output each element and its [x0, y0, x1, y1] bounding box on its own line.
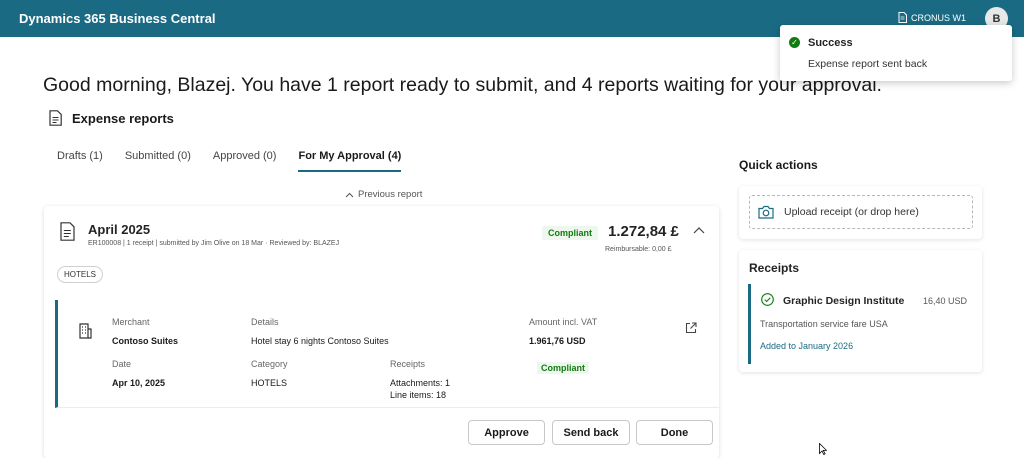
amount-value: 1.961,76 USD: [529, 336, 586, 346]
chevron-up-icon: [345, 192, 354, 197]
tab-approved[interactable]: Approved (0): [213, 150, 277, 172]
section-header: Expense reports: [49, 110, 174, 126]
approve-button[interactable]: Approve: [468, 420, 545, 445]
line-status-badge: Compliant: [537, 362, 589, 374]
document-icon: [49, 110, 62, 126]
receipt-amount: 16,40 USD: [923, 296, 968, 306]
upload-receipt-dropzone[interactable]: Upload receipt (or drop here): [749, 195, 973, 229]
document-icon: [60, 222, 75, 241]
category-label: Category: [251, 359, 288, 369]
category-value: HOTELS: [251, 378, 288, 388]
report-tabs: Drafts (1) Submitted (0) Approved (0) Fo…: [57, 150, 423, 172]
reimbursable-amount: Reimbursable: 0,00 £: [605, 246, 672, 253]
date-value: Apr 10, 2025: [112, 378, 166, 388]
receipt-item[interactable]: Graphic Design Institute 16,40 USD Trans…: [748, 284, 974, 364]
tab-submitted[interactable]: Submitted (0): [125, 150, 191, 172]
date-label: Date: [112, 359, 132, 369]
app-title[interactable]: Dynamics 365 Business Central: [19, 11, 216, 26]
previous-report-link[interactable]: Previous report: [345, 189, 422, 200]
send-back-button[interactable]: Send back: [552, 420, 630, 445]
receipts-card: Receipts Graphic Design Institute 16,40 …: [739, 250, 982, 372]
receipts-title: Receipts: [749, 261, 800, 275]
quick-actions-title: Quick actions: [739, 158, 818, 172]
document-icon: [898, 12, 907, 23]
receipts-label: Receipts: [390, 359, 426, 369]
category-tag: HOTELS: [57, 266, 104, 283]
tab-for-my-approval[interactable]: For My Approval (4): [298, 150, 402, 172]
mouse-cursor-icon: [819, 443, 827, 455]
toast-title: Success: [808, 37, 853, 49]
company-name: CRONUS W1: [911, 12, 967, 23]
report-amount: 1.272,84 £: [608, 223, 679, 240]
open-external-icon[interactable]: [685, 322, 697, 334]
previous-report-label: Previous report: [358, 189, 423, 200]
status-badge: Compliant: [542, 226, 598, 240]
collapse-button[interactable]: [693, 225, 705, 237]
line-items-value: Line items: 18: [390, 390, 447, 400]
toast-message: Expense report sent back: [808, 58, 928, 70]
done-button[interactable]: Done: [636, 420, 713, 445]
tab-drafts[interactable]: Drafts (1): [57, 150, 103, 172]
merchant-value: Contoso Suites: [112, 336, 179, 346]
quick-actions-card: Upload receipt (or drop here): [739, 186, 982, 239]
merchant-label: Merchant: [112, 317, 150, 327]
building-icon: [79, 323, 92, 339]
report-title: April 2025: [88, 222, 151, 237]
details-value: Hotel stay 6 nights Contoso Suites: [251, 336, 389, 346]
greeting-text: Good morning, Blazej. You have 1 report …: [43, 74, 882, 96]
expense-line[interactable]: Merchant Contoso Suites Details Hotel st…: [55, 300, 719, 408]
attachments-value: Attachments: 1: [390, 378, 451, 388]
check-circle-icon: ✓: [789, 37, 800, 48]
section-title: Expense reports: [72, 110, 174, 126]
receipt-description: Transportation service fare USA: [760, 319, 888, 329]
check-circle-icon: [761, 293, 774, 306]
chevron-up-icon: [693, 227, 705, 234]
company-switcher[interactable]: CRONUS W1: [898, 12, 966, 23]
camera-icon: [758, 205, 774, 219]
report-subtitle: ER100008 | 1 receipt | submitted by Jim …: [88, 240, 340, 247]
details-label: Details: [251, 317, 279, 327]
receipt-report-link[interactable]: Added to January 2026: [760, 341, 853, 351]
upload-receipt-label: Upload receipt (or drop here): [784, 206, 919, 218]
success-toast: ✓ Success Expense report sent back: [780, 25, 1012, 81]
receipt-name: Graphic Design Institute: [783, 295, 905, 307]
amount-label: Amount incl. VAT: [529, 317, 598, 327]
